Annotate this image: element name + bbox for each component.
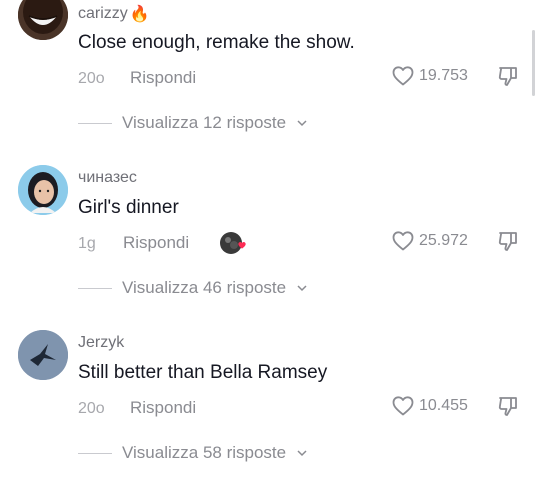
fire-emoji-icon: 🔥 <box>129 6 150 23</box>
heart-outline-icon <box>392 231 414 251</box>
comment-actions: 20o Rispondi 10.455 <box>78 396 540 422</box>
comment-time: 20o <box>78 70 105 87</box>
divider-line <box>78 287 112 289</box>
comment-actions: 20o Rispondi 19.753 <box>78 66 540 92</box>
divider-line <box>78 452 112 454</box>
like-count: 25.972 <box>419 232 468 249</box>
avatar[interactable] <box>18 330 68 380</box>
comment-item: чиназес Girl's dinner 1g Rispondi 25.972 <box>0 165 540 330</box>
comment-text: Still better than Bella Ramsey <box>78 362 328 383</box>
avatar-image <box>18 330 68 380</box>
username[interactable]: Jerzyk <box>78 334 124 352</box>
creator-avatar-icon <box>220 232 246 254</box>
like-button[interactable]: 10.455 <box>391 394 468 418</box>
thumb-down-icon <box>498 67 517 86</box>
chevron-down-icon <box>297 285 307 292</box>
view-replies-button[interactable]: Visualizza 46 risposte <box>78 278 308 298</box>
heart-outline-icon <box>392 396 414 416</box>
like-button[interactable]: 25.972 <box>391 229 468 253</box>
view-replies-button[interactable]: Visualizza 58 risposte <box>78 443 308 463</box>
comment-text: Girl's dinner <box>78 197 179 218</box>
view-replies-button[interactable]: Visualizza 12 risposte <box>78 113 308 133</box>
username[interactable]: carizzy 🔥 <box>78 4 150 24</box>
like-count: 19.753 <box>419 67 468 84</box>
chevron-down-icon <box>297 450 307 457</box>
avatar-image <box>18 165 68 215</box>
chevron-down-icon <box>297 120 307 127</box>
thumb-down-icon <box>498 397 517 416</box>
reply-button[interactable]: Rispondi <box>130 68 196 88</box>
dislike-button[interactable] <box>496 64 520 93</box>
comment-item: Jerzyk Still better than Bella Ramsey 20… <box>0 330 540 495</box>
like-count: 10.455 <box>419 397 468 414</box>
dislike-button[interactable] <box>496 229 520 258</box>
comment-time: 1g <box>78 235 96 252</box>
comment-text: Close enough, remake the show. <box>78 32 355 53</box>
creator-liked-avatar <box>219 230 249 256</box>
avatar[interactable] <box>18 165 68 215</box>
comment-item: carizzy 🔥 Close enough, remake the show.… <box>0 0 540 165</box>
dislike-button[interactable] <box>496 394 520 423</box>
reply-button[interactable]: Rispondi <box>130 398 196 418</box>
comment-actions: 1g Rispondi 25.972 <box>78 230 540 257</box>
scrollbar[interactable] <box>532 30 535 96</box>
heart-outline-icon <box>392 66 414 86</box>
comment-time: 20o <box>78 400 105 417</box>
avatar[interactable] <box>18 0 68 40</box>
like-button[interactable]: 19.753 <box>391 64 468 88</box>
username[interactable]: чиназес <box>78 169 137 187</box>
avatar-image <box>18 0 68 40</box>
thumb-down-icon <box>498 232 517 251</box>
divider-line <box>78 122 112 124</box>
reply-button[interactable]: Rispondi <box>123 233 189 253</box>
